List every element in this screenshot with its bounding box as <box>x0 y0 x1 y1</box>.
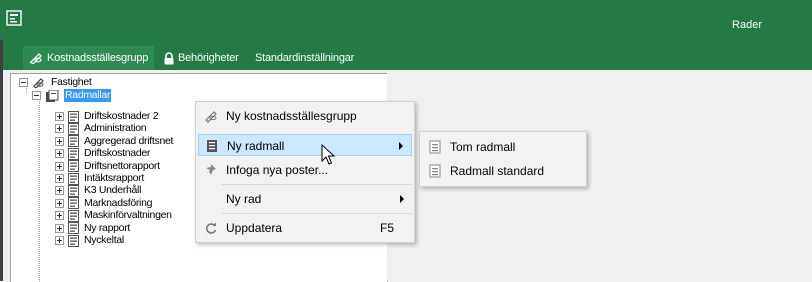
tree-label: K3 Underhåll <box>84 184 142 197</box>
tab-label: Standardinställningar <box>255 52 355 64</box>
tree-label: Fastighet <box>51 76 92 88</box>
tree-node-item[interactable]: Nyckeltal <box>55 234 124 247</box>
menu-item-label: Tom radmall <box>450 140 516 154</box>
tree-node-folder[interactable]: Radmallar <box>32 89 112 102</box>
tree-label: Driftskostnader <box>84 147 151 160</box>
tab-strip: Kostnadsställesgrupp Behörigheter Standa… <box>3 40 812 70</box>
tree-label: Intäktsrapport <box>84 172 144 184</box>
tree-node-item[interactable]: Administration <box>55 122 147 135</box>
tree-node-root[interactable]: Fastighet <box>19 76 92 89</box>
window-edge <box>0 40 3 281</box>
tree-label: Driftsnettorapport <box>84 159 160 172</box>
menu-item-label: Radmall standard <box>450 164 545 178</box>
menu-item-label: Uppdatera <box>226 221 283 235</box>
mouse-cursor-icon <box>321 144 335 165</box>
tab-kostnadsstallesgrupp[interactable]: Kostnadsställesgrupp <box>23 46 155 70</box>
menu-separator <box>222 213 412 214</box>
menu-item-shortcut: F5 <box>379 221 394 235</box>
document-icon <box>68 122 79 135</box>
tree-node-item[interactable]: Maskinförvaltningen <box>55 209 172 222</box>
pencil-chain-icon <box>29 53 42 64</box>
window-title: Rader <box>732 19 762 31</box>
table-window-icon[interactable] <box>6 10 22 26</box>
tree-node-item[interactable]: Intäktsrapport <box>55 172 144 185</box>
pencil-chain-icon <box>33 78 44 88</box>
document-icon <box>429 164 441 178</box>
expand-toggle[interactable] <box>55 136 64 146</box>
tab-label: Kostnadsställesgrupp <box>47 52 149 64</box>
tree-node-item[interactable]: Driftskostnader 2 <box>55 110 159 123</box>
document-icon <box>68 160 79 173</box>
expand-toggle[interactable] <box>55 211 64 221</box>
tree-label: Nyckeltal <box>84 234 124 246</box>
refresh-icon <box>205 222 217 234</box>
expand-toggle[interactable] <box>55 174 64 183</box>
expand-toggle[interactable] <box>55 223 64 233</box>
expand-toggle[interactable] <box>55 236 64 245</box>
pencil-chain-icon <box>205 111 217 123</box>
submenu-arrow-icon <box>400 195 404 203</box>
document-icon <box>68 110 79 123</box>
folder-doc-icon <box>46 89 59 102</box>
expand-toggle[interactable] <box>55 161 64 171</box>
expand-toggle[interactable] <box>55 149 64 159</box>
menu-item-label: Infoga nya poster... <box>226 163 329 177</box>
tree-label: Driftskostnader 2 <box>84 110 159 122</box>
tree-label: Marknadsföring <box>84 196 153 209</box>
tree-label: Aggregerad driftsnet <box>84 134 174 147</box>
collapse-toggle[interactable] <box>19 78 28 87</box>
document-icon <box>68 147 79 160</box>
document-icon <box>68 209 79 222</box>
menu-item-uppdatera[interactable]: Uppdatera F5 <box>198 217 412 239</box>
submenu-item-radmall-standard[interactable]: Radmall standard <box>422 160 584 182</box>
submenu-item-tom-radmall[interactable]: Tom radmall <box>422 136 584 158</box>
document-icon <box>68 184 79 197</box>
menu-item-ny-radmall[interactable]: Ny radmall <box>198 134 412 156</box>
submenu-arrow-icon <box>399 142 403 150</box>
tree-node-item[interactable]: Aggregerad driftsnet <box>55 135 173 148</box>
menu-item-ny-kostnadsstallesgrupp[interactable]: Ny kostnadsställesgrupp <box>198 105 412 127</box>
document-icon <box>68 135 79 148</box>
collapse-toggle[interactable] <box>32 91 41 100</box>
tree-node-item[interactable]: Driftsnettorapport <box>55 160 160 173</box>
expand-toggle[interactable] <box>55 112 64 121</box>
document-icon <box>68 222 79 235</box>
lock-icon <box>164 51 174 64</box>
tab-behorigheter[interactable]: Behörigheter <box>157 46 245 70</box>
menu-item-ny-rad[interactable]: Ny rad <box>198 188 412 210</box>
tree-label: Administration <box>84 122 147 135</box>
tree-connector <box>39 96 40 282</box>
tree-label: Maskinförvaltningen <box>84 209 172 222</box>
document-icon <box>68 197 79 210</box>
document-icon <box>207 140 217 152</box>
tree-node-item[interactable]: Driftskostnader <box>55 147 150 160</box>
context-menu: Ny kostnadsställesgrupp Ny radmall Infog… <box>195 101 415 243</box>
pin-icon <box>205 164 216 176</box>
submenu: Tom radmall Radmall standard <box>419 131 587 187</box>
document-icon <box>68 172 79 185</box>
tree-node-item[interactable]: Marknadsföring <box>55 197 152 210</box>
tree-label: Radmallar <box>64 89 112 102</box>
tree-node-item[interactable]: K3 Underhåll <box>55 184 141 197</box>
expand-toggle[interactable] <box>55 186 64 196</box>
expand-toggle[interactable] <box>55 198 64 208</box>
menu-separator <box>222 184 412 185</box>
menu-item-infoga-nya-poster[interactable]: Infoga nya poster... <box>198 159 412 181</box>
expand-toggle[interactable] <box>55 124 64 134</box>
tree-label: Ny rapport <box>84 221 131 234</box>
tree-node-item[interactable]: Ny rapport <box>55 222 130 235</box>
menu-item-label: Ny rad <box>226 192 262 206</box>
title-bar: Rader <box>0 0 812 40</box>
document-icon <box>68 234 79 247</box>
tab-label: Behörigheter <box>178 52 239 64</box>
menu-item-label: Ny radmall <box>227 139 285 153</box>
tab-standardinstallningar[interactable]: Standardinställningar <box>249 46 360 70</box>
document-icon <box>429 140 441 154</box>
menu-item-label: Ny kostnadsställesgrupp <box>226 109 357 123</box>
